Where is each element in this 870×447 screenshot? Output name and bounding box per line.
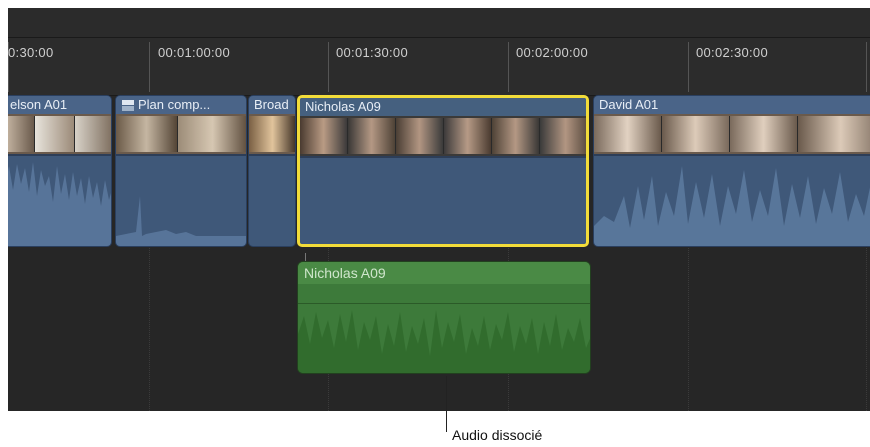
detached-audio-clip-nicholas-a09[interactable]: Nicholas A09 xyxy=(297,261,591,374)
clip-title: Nicholas A09 xyxy=(300,98,586,116)
clip-thumbnails xyxy=(300,116,586,156)
ruler-label-4: 00:02:00:00 xyxy=(516,45,588,60)
clip-title: Broad xyxy=(249,96,295,114)
clip-nelson-a01[interactable]: elson A01 xyxy=(8,95,112,247)
ruler-label-2: 00:01:00:00 xyxy=(158,45,230,60)
timeline-toolbar xyxy=(8,8,870,38)
clip-nicholas-a09-selected[interactable]: Nicholas A09 xyxy=(297,95,589,247)
audio-clip-title: Nicholas A09 xyxy=(298,262,590,284)
audio-waveform xyxy=(116,196,246,246)
ruler-label-5: 00:02:30:00 xyxy=(696,45,768,60)
clip-title: elson A01 xyxy=(8,96,111,114)
clip-thumbnails xyxy=(594,114,870,154)
audio-waveform xyxy=(594,166,870,246)
callout-pointer xyxy=(446,376,447,432)
timeline[interactable]: 0:30:00 00:01:00:00 00:01:30:00 00:02:00… xyxy=(8,8,870,411)
clip-david-a01[interactable]: David A01 xyxy=(593,95,870,247)
clip-plan-comp[interactable]: Plan comp... xyxy=(115,95,247,247)
ruler-label-1: 0:30:00 xyxy=(8,45,54,60)
clip-title: Plan comp... xyxy=(116,96,246,114)
clip-thumbnails xyxy=(249,114,295,154)
clip-title: David A01 xyxy=(594,96,870,114)
compound-clip-icon xyxy=(122,100,134,111)
clip-thumbnails xyxy=(116,114,246,154)
audio-waveform xyxy=(8,162,111,246)
timecode-ruler[interactable]: 0:30:00 00:01:00:00 00:01:30:00 00:02:00… xyxy=(8,38,870,96)
ruler-label-3: 00:01:30:00 xyxy=(336,45,408,60)
audio-waveform xyxy=(298,310,590,373)
clip-broad[interactable]: Broad xyxy=(248,95,296,247)
clip-thumbnails xyxy=(8,114,111,154)
callout-label: Audio dissocié xyxy=(452,427,543,443)
